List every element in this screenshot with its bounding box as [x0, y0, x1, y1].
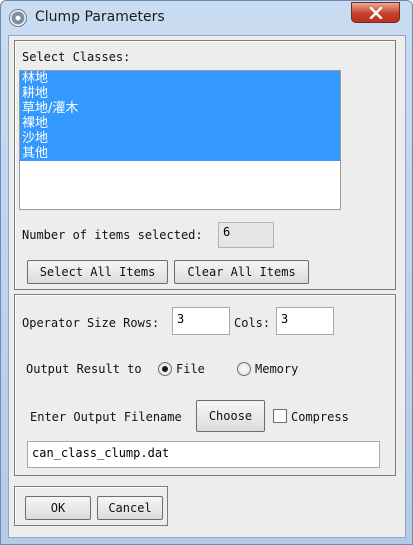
list-item[interactable]: 裸地: [20, 116, 340, 131]
compress-label[interactable]: Compress: [291, 410, 349, 424]
list-item[interactable]: 耕地: [20, 86, 340, 101]
cols-input[interactable]: 3: [276, 307, 334, 335]
select-classes-label: Select Classes:: [22, 50, 131, 64]
app-icon: [9, 9, 27, 27]
file-radio-label[interactable]: File: [176, 362, 205, 376]
items-selected-label: Number of items selected:: [22, 228, 203, 242]
output-result-label: Output Result to: [26, 362, 142, 376]
radio-selected-dot: [162, 366, 168, 372]
rows-label: Operator Size Rows:: [22, 316, 160, 330]
compress-checkbox[interactable]: [273, 409, 287, 423]
close-icon: [369, 7, 383, 19]
list-item[interactable]: 林地: [20, 71, 340, 86]
items-selected-count: 6: [218, 222, 274, 248]
ok-button[interactable]: OK: [25, 496, 91, 520]
select-all-button[interactable]: Select All Items: [27, 260, 168, 284]
cols-label: Cols:: [234, 316, 271, 330]
clear-all-button[interactable]: Clear All Items: [174, 260, 309, 284]
output-filename-label: Enter Output Filename: [30, 410, 182, 424]
cancel-button[interactable]: Cancel: [97, 496, 163, 520]
list-item[interactable]: 草地/灌木: [20, 101, 340, 116]
output-filename-input[interactable]: can_class_clump.dat: [27, 441, 380, 468]
list-item[interactable]: 沙地: [20, 131, 340, 146]
list-item[interactable]: 其他: [20, 146, 340, 161]
classes-listbox[interactable]: 林地 耕地 草地/灌木 裸地 沙地 其他: [19, 70, 341, 210]
memory-radio[interactable]: [237, 362, 251, 376]
rows-input[interactable]: 3: [172, 307, 230, 335]
title-bar[interactable]: Clump Parameters: [1, 1, 412, 35]
window-title: Clump Parameters: [35, 9, 165, 25]
choose-button[interactable]: Choose: [196, 400, 265, 432]
close-button[interactable]: [351, 2, 400, 23]
file-radio[interactable]: [158, 362, 172, 376]
memory-radio-label[interactable]: Memory: [255, 362, 298, 376]
